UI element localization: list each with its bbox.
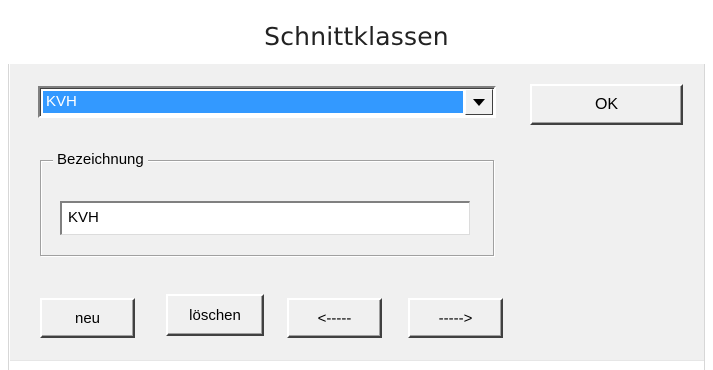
bezeichnung-input[interactable]: KVH xyxy=(60,201,470,235)
dropdown-selected-value[interactable]: KVH xyxy=(43,91,463,113)
previous-button[interactable]: <----- xyxy=(287,298,382,338)
groupbox-label: Bezeichnung xyxy=(53,150,148,170)
chevron-down-icon xyxy=(473,98,485,106)
new-button[interactable]: neu xyxy=(40,298,135,338)
dialog-window: Schnittklassen KVH OK Bezeichnung KVH ne… xyxy=(0,0,713,370)
window-title: Schnittklassen xyxy=(264,22,449,51)
dialog-client-area: KVH OK Bezeichnung KVH neu löschen <----… xyxy=(10,64,704,361)
ok-button[interactable]: OK xyxy=(530,84,683,125)
schnittklasse-dropdown[interactable]: KVH xyxy=(38,86,496,118)
next-button[interactable]: -----> xyxy=(408,298,503,338)
delete-button[interactable]: löschen xyxy=(166,294,264,336)
bezeichnung-groupbox: Bezeichnung KVH xyxy=(40,150,494,256)
title-bar[interactable]: Schnittklassen xyxy=(0,0,713,64)
dropdown-arrow-button[interactable] xyxy=(465,89,493,115)
